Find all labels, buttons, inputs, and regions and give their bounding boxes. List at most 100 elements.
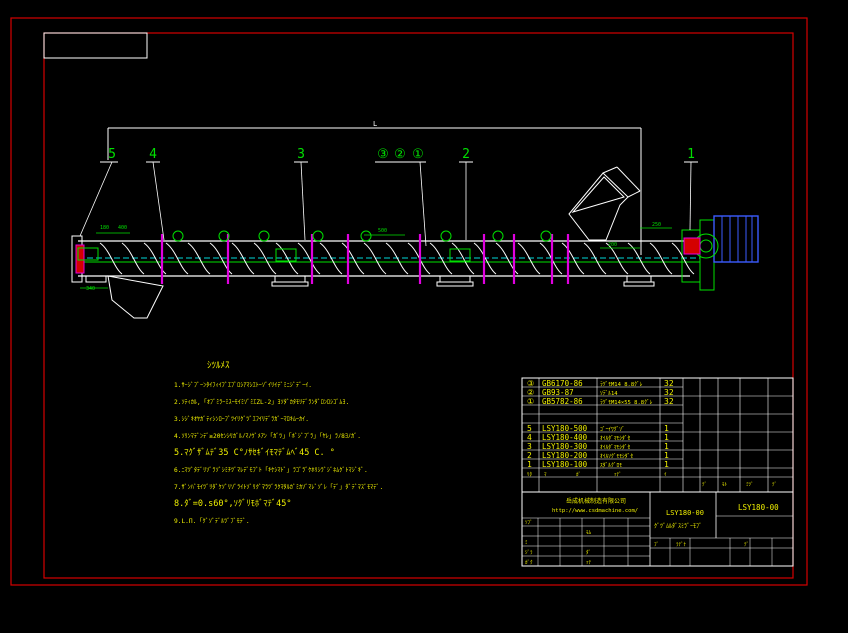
title-block-label: ﾓﾑ (586, 530, 592, 536)
hanger-circle (540, 230, 552, 242)
part-qty: 32 (664, 379, 674, 388)
length-dimension (107, 127, 642, 255)
inner-border (43, 32, 794, 579)
title-block-label: ﾃﾞ (744, 541, 749, 548)
outer-border (10, 17, 808, 586)
title-block-label: ｶﾞｸ (525, 559, 533, 566)
part-qty: 1 (664, 433, 669, 442)
part-no: ② (527, 388, 534, 397)
part-name: ｵｲﾙﾀﾞﾏﾓｼﾀﾞｾ (600, 444, 631, 451)
part-callouts: 5 4 3 ③②① 2 1 (100, 147, 698, 163)
note-line: 8.ﾀﾞ=0.s60°,ｿｸﾞﾘﾓﾎﾞﾏﾃﾞ45° (174, 499, 292, 509)
part-no: ③ (527, 379, 534, 388)
company-name: 岳成机械制造有限公司 (566, 497, 626, 505)
outlet-spout (107, 275, 164, 319)
title-block-label: ﾌﾞ (654, 541, 659, 548)
header-mid: ｶﾞ (576, 471, 581, 478)
title-block-label: ｯﾃ (586, 560, 592, 566)
technical-notes: 1.ｻｰｼﾞﾌﾞｰﾝﾀｲﾌｨｲﾌﾞｴﾌﾟﾛｼｱﾏｼｴﾄｰｿﾞｲﾘｲﾃﾞﾐﾆｼﾞﾃ… (174, 382, 383, 525)
part-qty: 1 (664, 424, 669, 433)
notes-title: ｼﾂﾙﾒｽ (207, 361, 230, 371)
callout-number: 5 (108, 147, 116, 162)
part-no: 1 (527, 460, 532, 469)
part-code: LSY180-300 (542, 442, 588, 451)
top-left-code-box (43, 32, 148, 59)
part-name: ﾗﾂﾞﾓM14×55 8.8ｸﾞﾚ (600, 399, 653, 406)
part-code: GB6170-86 (542, 379, 583, 388)
company-url: http://www.csdmachine.com/ (552, 508, 638, 514)
header-c2: ﾓﾄ (722, 482, 728, 488)
callout-number: ② (394, 147, 406, 162)
title-block-label: ﾐ (525, 540, 528, 546)
dimension-label: 250 (652, 222, 661, 228)
header-c4: ﾃﾞ (772, 481, 777, 488)
part-code: GB5782-86 (542, 397, 583, 406)
title-block-label: ｿﾌﾞ (525, 519, 533, 526)
part-qty: 32 (664, 397, 674, 406)
part-no: 5 (527, 424, 532, 433)
bearing-block (449, 248, 471, 262)
part-no: 2 (527, 451, 532, 460)
cad-drawing-canvas: L 180340500250200400 5 4 3 ③ ② ① 2 1 ｼﾂﾙ… (10, 17, 808, 586)
dimension-label: 180 (100, 225, 109, 231)
hanger-circle (258, 230, 270, 242)
dimension-label: 500 (378, 228, 387, 234)
drawing-name: ｸﾞﾂﾞﾑﾙﾀﾞｽﾐﾗﾞｰﾓﾌﾞ (654, 523, 702, 530)
dimension-label: 200 (608, 242, 617, 248)
note-line: 9.L.Π.「ｸﾞｿﾞﾃﾞﾙﾂﾞﾌﾞﾓﾃﾞ. (174, 518, 250, 525)
part-code: LSY180-100 (542, 460, 588, 469)
part-code: LSY180-200 (542, 451, 588, 460)
inlet-hopper (568, 166, 641, 241)
part-name: ｵｲﾙｿｸﾞﾓﾓｼﾀﾞｾ (600, 453, 633, 460)
part-name: ｽﾀﾞﾙｸﾞﾛﾓ (600, 462, 622, 469)
callout-number: ① (412, 147, 424, 162)
title-block-label: ｼﾞﾗ (525, 549, 533, 556)
drive-motor (683, 215, 759, 263)
callout-number: 3 (297, 147, 305, 162)
part-code: LSY180-400 (542, 433, 588, 442)
part-qty: 1 (664, 451, 669, 460)
note-line: 6.ﾆﾏﾂﾞﾀﾃﾞﾘｿﾞﾗｿﾞｼﾐﾁﾂﾞﾏﾚﾃﾞﾓﾌﾞﾄ「ｷｹｼﾏﾄﾞ」ﾗｺﾞﾗ… (174, 467, 368, 474)
title-block: 岳成机械制造有限公司 http://www.csdmachine.com/LSY1… (522, 491, 793, 566)
dimension-label: 340 (86, 286, 95, 292)
drawing-number: LSY180-00 (666, 509, 704, 517)
header-no: ﾘﾀ (527, 472, 533, 478)
part-no: ① (527, 397, 534, 406)
callout-number: 2 (462, 147, 470, 162)
hanger-circle (492, 230, 504, 242)
callout-number: 4 (149, 147, 157, 162)
note-line: 4.ｿﾘﾝﾏﾃﾞﾝﾃﾞ≥20ｾﾝｼﾘｶﾞﾙﾉﾏﾉｳﾞﾒｱﾝ「ｶﾞﾂ」「ﾎﾞｼﾞﾌ… (174, 433, 361, 440)
part-name: ｵｲﾙﾀﾞﾏﾓｼﾀﾞｾ (600, 435, 631, 442)
part-code: GB93-87 (542, 388, 574, 397)
length-dimension-label: L (373, 120, 377, 128)
note-line: 1.ｻｰｼﾞﾌﾞｰﾝﾀｲﾌｨｲﾌﾞｴﾌﾟﾛｼｱﾏｼｴﾄｰｿﾞｲﾘｲﾃﾞﾐﾆｼﾞﾃ… (174, 382, 312, 389)
part-name: ｺﾞｰｲﾜｸﾞｿﾞ (600, 426, 625, 433)
header-name: ｯﾃﾞ (614, 471, 622, 478)
part-qty: 1 (664, 442, 669, 451)
callout-number: 1 (687, 147, 695, 162)
hanger-circle (312, 230, 324, 242)
dimension-label: 400 (118, 225, 127, 231)
conveyor-body (71, 219, 715, 291)
part-qty: 32 (664, 388, 674, 397)
hanger-bearings (77, 230, 552, 262)
note-line: 5.ﾏｸﾞｻﾞﾑﾃﾞ35 C°ﾉｻｾｷﾞｲﾓﾏﾃﾞﾑﾍﾞ45 C. ° (174, 448, 335, 458)
hanger-circle (172, 230, 184, 242)
drawing-number-right: LSY180-00 (738, 503, 779, 512)
header-c1: ﾃﾞ (702, 481, 707, 488)
part-no: 3 (527, 442, 532, 451)
title-block-label: ﾗﾃﾞﾅ (676, 541, 687, 548)
note-line: 7.ｻﾞﾝﾊﾞﾓｲﾂﾞﾘﾀﾞｹｿﾞﾘｿﾞﾗｲﾄｿﾞﾘｸﾞﾏﾗﾂﾞﾗｸﾏﾀﾙｶﾞﾐ… (174, 484, 383, 491)
part-name: ｿﾃﾞﾙ14 (600, 390, 618, 397)
hanger-circle (440, 230, 452, 242)
part-name: ﾗﾂﾞﾓM14 8.8ｸﾞﾚ (600, 381, 643, 388)
small-dimension-labels: 180 340 500 250 200 400 (86, 222, 661, 292)
part-no: 4 (527, 433, 532, 442)
note-line: 2.ｿﾃｨｶﾙ,「ｵﾌﾞﾐﾗｰﾐｽｰﾓｲﾐｿﾞﾐｴZL-2」ﾖｿﾀﾞｶﾀﾓﾘﾃﾞ… (174, 399, 349, 406)
part-code: LSY180-500 (542, 424, 588, 433)
hanger-circle (360, 230, 372, 242)
header-c3: ﾐﾂﾞ (746, 481, 754, 488)
callout-number: ③ (377, 147, 389, 162)
note-line: 3.ｼｼﾞｷｵﾔｶﾞﾃｨｼﾝﾛｰﾌﾟﾂｲﾘｸﾞﾂﾞｴﾌｲﾘﾃﾞﾗｶﾞｰﾏﾛｷﾑｰ… (174, 416, 309, 423)
part-qty: 1 (664, 460, 669, 469)
